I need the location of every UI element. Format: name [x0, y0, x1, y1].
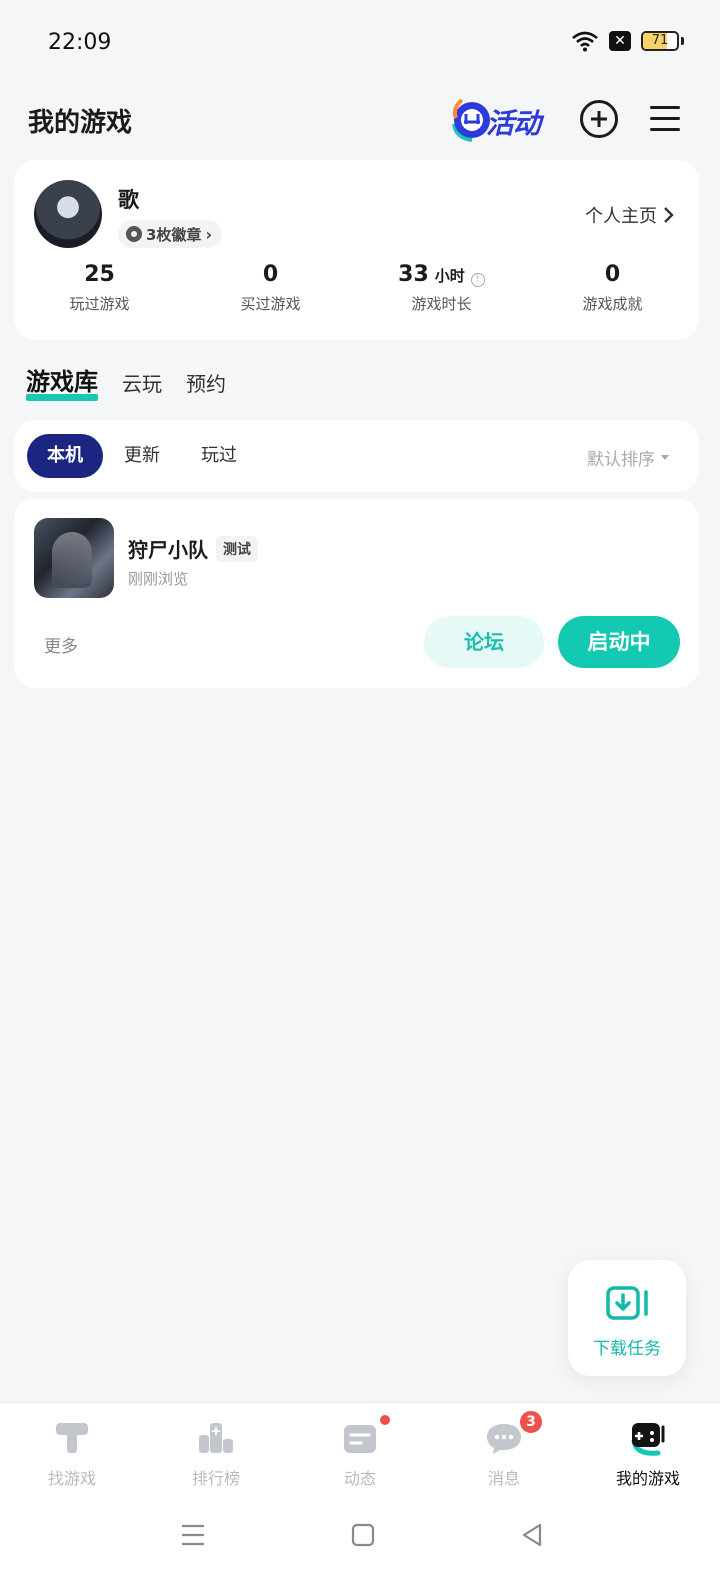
wifi-icon	[571, 30, 599, 52]
status-bar: 22:09 ✕ 71	[0, 0, 720, 88]
activity-button[interactable]: 活动	[448, 94, 554, 146]
battery-icon: 71	[641, 31, 679, 51]
stat-value: 0	[262, 262, 279, 287]
stat-label: 玩过游戏	[69, 295, 130, 313]
homepage-label: 个人主页	[585, 206, 657, 227]
stat-value: 33	[398, 262, 429, 287]
download-icon	[606, 1286, 648, 1320]
stat-achievements[interactable]: 0 游戏成就	[527, 262, 698, 314]
game-subtitle: 刚刚浏览	[128, 570, 189, 588]
game-title: 狩尸小队	[128, 538, 208, 562]
system-nav-bar	[0, 1500, 720, 1584]
user-name: 歌	[118, 188, 139, 212]
stats-row: 25 玩过游戏 0 买过游戏 33 小时 ! 游戏时长 0 游戏成就	[14, 262, 699, 314]
download-label: 下载任务	[593, 1339, 661, 1359]
game-title-row: 狩尸小队 测试	[128, 534, 258, 563]
test-tag: 测试	[216, 535, 258, 562]
tab-cloud-play[interactable]: 云玩	[122, 368, 162, 403]
chevron-right-icon	[664, 207, 674, 223]
filter-local[interactable]: 本机	[27, 434, 103, 478]
page-title: 我的游戏	[28, 108, 133, 138]
add-icon[interactable]	[580, 100, 618, 138]
info-icon[interactable]: !	[470, 273, 485, 287]
homepage-link[interactable]: 个人主页	[585, 202, 675, 228]
nav-ranking[interactable]: 排行榜	[144, 1403, 288, 1500]
launch-button[interactable]: 启动中	[558, 616, 680, 668]
stat-value: 25	[84, 262, 115, 287]
filter-played[interactable]: 玩过	[181, 434, 257, 478]
nav-feed[interactable]: 动态	[288, 1403, 432, 1500]
badges-chip[interactable]: 3枚徽章 ›	[118, 220, 223, 248]
sort-dropdown[interactable]: 默认排序	[587, 445, 669, 470]
caret-down-icon	[661, 455, 669, 460]
hammer-icon	[56, 1423, 88, 1453]
filter-bar: 本机 更新 玩过 默认排序	[14, 420, 699, 492]
forum-button[interactable]: 论坛	[424, 616, 544, 668]
sort-label: 默认排序	[587, 450, 655, 470]
status-icons: ✕ 71	[571, 30, 684, 52]
status-time: 22:09	[48, 30, 112, 55]
game-card[interactable]: 狩尸小队 测试 刚刚浏览 更多 论坛 启动中	[14, 498, 699, 688]
library-tabs: 游戏库 云玩 预约	[26, 362, 226, 403]
message-count-badge: 3	[518, 1409, 544, 1435]
back-icon[interactable]	[518, 1520, 548, 1550]
no-sim-icon: ✕	[609, 31, 631, 51]
tab-library[interactable]: 游戏库	[26, 362, 98, 403]
stat-value: 0	[604, 262, 621, 287]
nav-label: 消息	[487, 1469, 520, 1488]
nav-my-games[interactable]: 我的游戏	[576, 1403, 720, 1500]
profile-card: 歌 3枚徽章 › 个人主页 25 玩过游戏 0 买过游戏 33 小时 ! 游戏时…	[14, 160, 699, 340]
nav-label: 动态	[343, 1469, 376, 1488]
badges-count: 3枚徽章	[146, 225, 202, 244]
game-icon[interactable]	[34, 518, 114, 598]
header: 我的游戏 活动	[0, 88, 720, 152]
stat-purchased[interactable]: 0 买过游戏	[185, 262, 356, 314]
download-tasks-button[interactable]: 下载任务	[568, 1260, 686, 1376]
stat-unit: 小时	[434, 267, 465, 285]
bottom-nav: 找游戏 排行榜 动态 3 消息 我的游戏	[0, 1402, 720, 1500]
home-icon[interactable]	[348, 1520, 378, 1550]
notification-dot	[378, 1413, 392, 1427]
ranking-icon	[199, 1423, 233, 1453]
stat-label: 游戏时长	[411, 295, 472, 313]
nav-messages[interactable]: 3 消息	[432, 1403, 576, 1500]
more-button[interactable]: 更多	[44, 632, 78, 657]
gamepad-icon	[631, 1423, 665, 1456]
stat-played[interactable]: 25 玩过游戏	[14, 262, 185, 314]
filter-updates[interactable]: 更新	[104, 434, 180, 478]
tab-reservations[interactable]: 预约	[186, 368, 226, 403]
stat-playtime[interactable]: 33 小时 ! 游戏时长	[356, 262, 527, 314]
stat-label: 买过游戏	[240, 295, 301, 313]
stat-label: 游戏成就	[582, 295, 643, 313]
activity-label: 活动	[486, 107, 541, 140]
recent-apps-icon[interactable]	[178, 1520, 208, 1550]
menu-icon[interactable]	[648, 100, 686, 138]
battery-tip	[681, 37, 684, 45]
medal-icon	[126, 226, 142, 242]
nav-label: 排行榜	[191, 1469, 240, 1488]
nav-label: 找游戏	[47, 1469, 96, 1488]
nav-label: 我的游戏	[615, 1469, 680, 1488]
avatar[interactable]	[34, 180, 102, 248]
nav-find-games[interactable]: 找游戏	[0, 1403, 144, 1500]
feed-icon	[344, 1425, 376, 1453]
battery-level: 71	[651, 33, 669, 48]
chevron-right-icon: ›	[205, 224, 213, 244]
